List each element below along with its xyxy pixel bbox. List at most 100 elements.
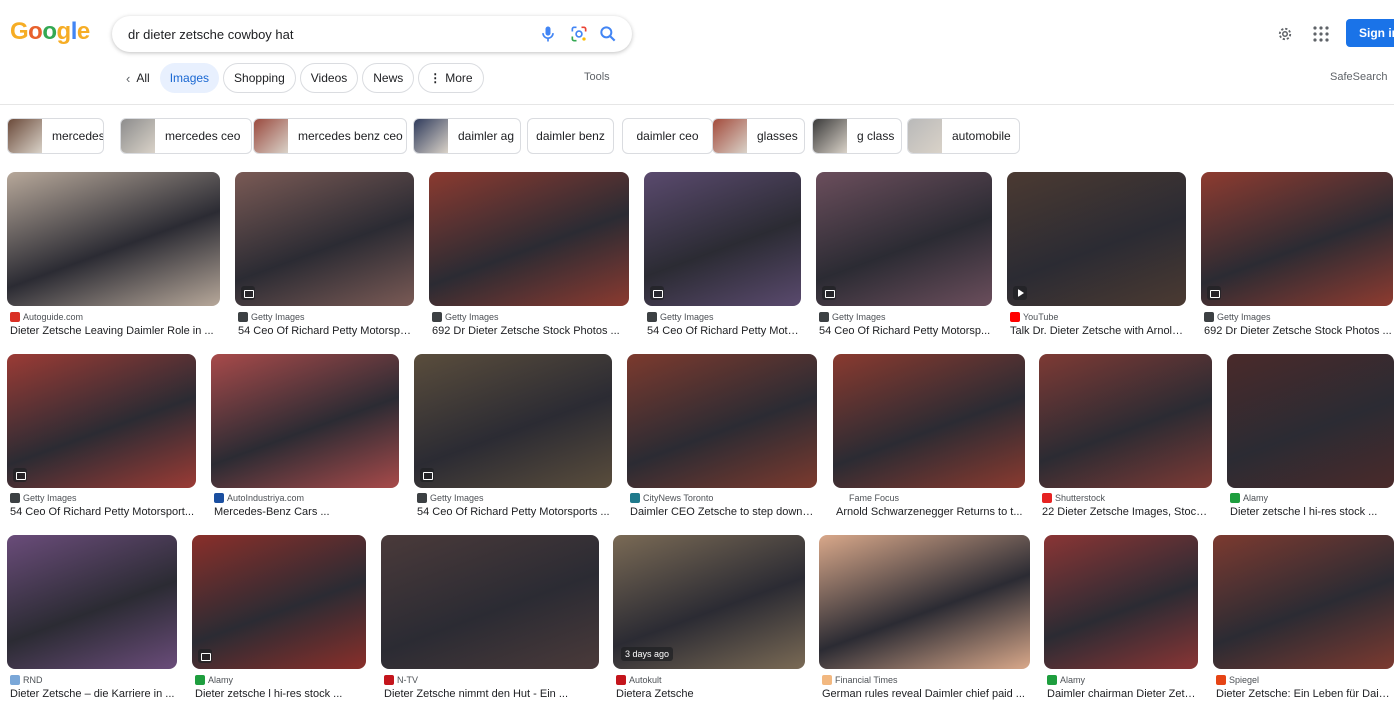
result-title[interactable]: 692 Dr Dieter Zetsche Stock Photos ... bbox=[1204, 325, 1392, 337]
related-search-chip[interactable]: daimler benz bbox=[527, 118, 614, 154]
result-image[interactable] bbox=[833, 354, 1025, 488]
related-search-chip[interactable]: daimler ceo bbox=[622, 118, 713, 154]
search-icon[interactable] bbox=[598, 24, 618, 44]
source-name: Spiegel bbox=[1229, 675, 1260, 685]
google-lens-icon[interactable] bbox=[569, 24, 589, 44]
sign-in-button[interactable]: Sign in bbox=[1346, 19, 1394, 47]
result-source[interactable]: Alamy bbox=[1047, 675, 1085, 685]
site-favicon-icon bbox=[214, 493, 224, 503]
tools-button[interactable]: Tools bbox=[584, 71, 610, 83]
result-source[interactable]: Getty Images bbox=[819, 312, 886, 322]
result-title[interactable]: Dieter zetsche l hi-res stock ... bbox=[195, 688, 365, 700]
result-title[interactable]: 54 Ceo Of Richard Petty Moto... bbox=[647, 325, 800, 337]
result-image[interactable] bbox=[7, 354, 196, 488]
result-image[interactable] bbox=[211, 354, 399, 488]
result-image[interactable] bbox=[644, 172, 801, 306]
related-search-chip[interactable]: automobile bbox=[907, 118, 1020, 154]
result-title[interactable]: Daimler CEO Zetsche to step down e... bbox=[630, 506, 816, 518]
result-source[interactable]: YouTube bbox=[1010, 312, 1058, 322]
result-title[interactable]: 54 Ceo Of Richard Petty Motorspo... bbox=[238, 325, 413, 337]
result-source[interactable]: Getty Images bbox=[432, 312, 499, 322]
tab-all[interactable]: ‹ All bbox=[120, 63, 156, 93]
result-source[interactable]: Getty Images bbox=[1204, 312, 1271, 322]
result-source[interactable]: Financial Times bbox=[822, 675, 898, 685]
result-title[interactable]: 54 Ceo Of Richard Petty Motorsports ... bbox=[417, 506, 611, 518]
result-image[interactable] bbox=[816, 172, 992, 306]
result-image[interactable] bbox=[1213, 535, 1394, 669]
site-favicon-icon bbox=[616, 675, 626, 685]
result-source[interactable]: CityNews Toronto bbox=[630, 493, 713, 503]
tab-news[interactable]: News bbox=[362, 63, 415, 93]
result-title[interactable]: Dieter Zetsche nimmt den Hut - Ein ... bbox=[384, 688, 598, 700]
result-image[interactable] bbox=[1201, 172, 1393, 306]
chip-label: mercedes ceo bbox=[165, 129, 241, 143]
related-search-chip[interactable]: g class bbox=[812, 118, 902, 154]
site-favicon-icon bbox=[1204, 312, 1214, 322]
result-image[interactable] bbox=[7, 172, 220, 306]
result-image[interactable] bbox=[1039, 354, 1212, 488]
result-image[interactable] bbox=[381, 535, 599, 669]
result-source[interactable]: N-TV bbox=[384, 675, 418, 685]
related-search-chip[interactable]: mercedes bbox=[7, 118, 104, 154]
result-image[interactable] bbox=[1007, 172, 1186, 306]
result-title[interactable]: Talk Dr. Dieter Zetsche with Arnold... bbox=[1010, 325, 1185, 337]
tab-videos[interactable]: Videos bbox=[299, 63, 359, 93]
result-source[interactable]: Autoguide.com bbox=[10, 312, 83, 322]
related-search-chip[interactable]: daimler ag bbox=[413, 118, 521, 154]
result-title[interactable]: Daimler chairman Dieter Zets... bbox=[1047, 688, 1197, 700]
site-favicon-icon bbox=[10, 493, 20, 503]
result-source[interactable]: Getty Images bbox=[10, 493, 77, 503]
search-input[interactable] bbox=[128, 16, 528, 52]
result-title[interactable]: Mercedes-Benz Cars ... bbox=[214, 506, 398, 518]
tab-shopping[interactable]: Shopping bbox=[223, 63, 296, 93]
result-image[interactable] bbox=[414, 354, 612, 488]
result-source[interactable]: Alamy bbox=[195, 675, 233, 685]
result-title[interactable]: Dieter zetsche l hi-res stock ... bbox=[1230, 506, 1393, 518]
source-name: Getty Images bbox=[445, 312, 499, 322]
result-source[interactable]: AutoIndustriya.com bbox=[214, 493, 304, 503]
related-search-chip[interactable]: glasses bbox=[712, 118, 805, 154]
tab-more[interactable]: ⋮ More bbox=[418, 63, 484, 93]
result-source[interactable]: Getty Images bbox=[238, 312, 305, 322]
result-source[interactable]: Getty Images bbox=[647, 312, 714, 322]
result-title[interactable]: Dieter Zetsche: Ein Leben für Daiml... bbox=[1216, 688, 1393, 700]
result-title[interactable]: 22 Dieter Zetsche Images, Stock ... bbox=[1042, 506, 1211, 518]
result-title[interactable]: Dietera Zetsche bbox=[616, 688, 804, 700]
related-search-chip[interactable]: mercedes benz ceo bbox=[253, 118, 407, 154]
result-title[interactable]: Arnold Schwarzenegger Returns to t... bbox=[836, 506, 1024, 518]
result-source[interactable]: Alamy bbox=[1230, 493, 1268, 503]
site-favicon-icon bbox=[238, 312, 248, 322]
result-image[interactable] bbox=[819, 535, 1030, 669]
result-image[interactable] bbox=[429, 172, 629, 306]
result-title[interactable]: 54 Ceo Of Richard Petty Motorsp... bbox=[819, 325, 991, 337]
site-favicon-icon bbox=[822, 675, 832, 685]
result-title[interactable]: Dieter Zetsche – die Karriere in ... bbox=[10, 688, 176, 700]
tab-images[interactable]: Images bbox=[159, 63, 220, 93]
result-title[interactable]: 54 Ceo Of Richard Petty Motorsport... bbox=[10, 506, 195, 518]
image-badge-icon bbox=[241, 286, 255, 300]
result-source[interactable]: Autokult bbox=[616, 675, 662, 685]
result-image[interactable] bbox=[1044, 535, 1198, 669]
microphone-icon[interactable] bbox=[538, 24, 558, 44]
result-source[interactable]: Getty Images bbox=[417, 493, 484, 503]
safesearch-button[interactable]: SafeSearch ▼ bbox=[1330, 71, 1394, 83]
result-image[interactable] bbox=[235, 172, 414, 306]
result-title[interactable]: German rules reveal Daimler chief paid .… bbox=[822, 688, 1029, 700]
result-title[interactable]: 692 Dr Dieter Zetsche Stock Photos ... bbox=[432, 325, 628, 337]
result-source[interactable]: Spiegel bbox=[1216, 675, 1259, 685]
source-name: CityNews Toronto bbox=[643, 493, 714, 503]
result-source[interactable]: Fame Focus bbox=[836, 493, 899, 503]
result-source[interactable]: RND bbox=[10, 675, 43, 685]
search-box[interactable] bbox=[112, 16, 632, 52]
result-image[interactable] bbox=[1227, 354, 1394, 488]
result-image[interactable] bbox=[192, 535, 366, 669]
google-logo[interactable]: Google bbox=[10, 18, 90, 46]
settings-gear-icon[interactable] bbox=[1276, 25, 1294, 43]
result-image[interactable] bbox=[627, 354, 817, 488]
result-image[interactable] bbox=[7, 535, 177, 669]
apps-grid-icon[interactable] bbox=[1313, 26, 1329, 42]
related-search-chip[interactable]: mercedes ceo bbox=[120, 118, 252, 154]
result-title[interactable]: Dieter Zetsche Leaving Daimler Role in .… bbox=[10, 325, 219, 337]
result-source[interactable]: Shutterstock bbox=[1042, 493, 1105, 503]
source-name: Getty Images bbox=[832, 312, 886, 322]
